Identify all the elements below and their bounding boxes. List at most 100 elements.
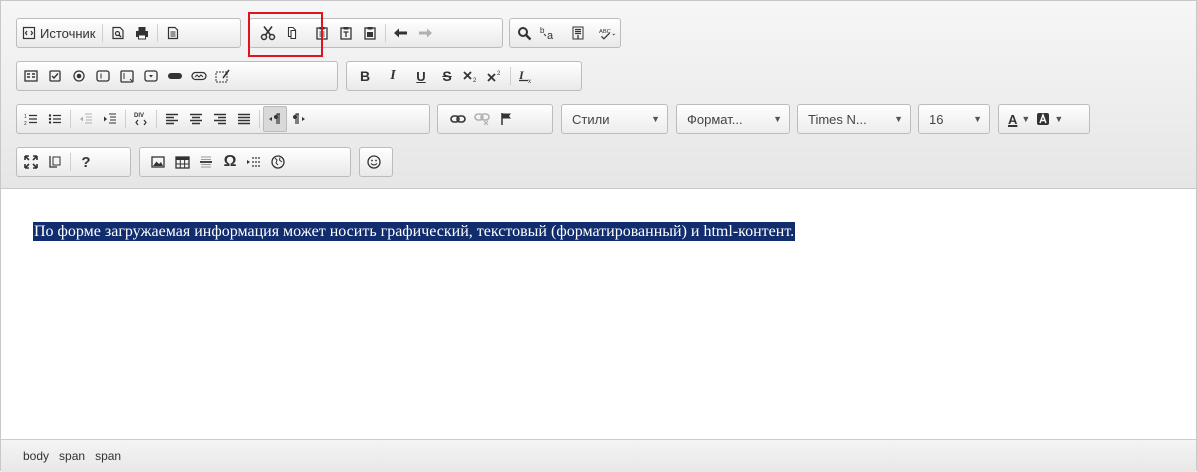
remove-format-button[interactable]: Ix [514, 63, 538, 89]
underline-button[interactable]: U [409, 63, 433, 89]
forms-group [16, 61, 338, 91]
maximize-button[interactable] [19, 149, 43, 175]
about-button[interactable]: ? [74, 149, 98, 175]
subscript-button[interactable]: 2 [459, 63, 483, 89]
superscript-button[interactable]: 2 [483, 63, 507, 89]
checkbox-icon [49, 70, 61, 82]
spellcheck-icon: ABC [599, 29, 616, 40]
toolbar-row-4: ? Ω [16, 147, 1186, 177]
undo-icon [394, 28, 407, 38]
font-dropdown[interactable]: Times N... ▼ [797, 104, 911, 134]
page-break-button[interactable] [242, 149, 266, 175]
editing-area[interactable]: По форме загружаемая информация может но… [1, 189, 1196, 439]
svg-text:a: a [547, 30, 554, 41]
justify-button[interactable] [232, 106, 256, 132]
find-button[interactable] [512, 20, 536, 46]
hidden-field-button[interactable] [211, 63, 235, 89]
source-button[interactable]: Источник [19, 20, 99, 46]
search-icon [517, 26, 531, 40]
format-dropdown[interactable]: Формат... ▼ [676, 104, 790, 134]
links-group [437, 104, 553, 134]
text-color-button[interactable]: A ▼ [1005, 106, 1033, 132]
numbered-list-button[interactable]: 12 [19, 106, 43, 132]
textarea-button[interactable] [115, 63, 139, 89]
redo-button[interactable] [413, 20, 437, 46]
path-item-span[interactable]: span [95, 449, 121, 463]
svg-text:x: x [528, 79, 531, 84]
smiley-icon [367, 155, 381, 169]
path-item-span[interactable]: span [59, 449, 85, 463]
bold-button[interactable]: B [353, 63, 377, 89]
templates-icon [167, 26, 178, 40]
horizontal-rule-button[interactable] [194, 149, 218, 175]
print-icon [135, 27, 148, 40]
colors-group: A ▼ ▼ [998, 104, 1090, 134]
rtl-button[interactable] [287, 106, 311, 132]
tools-group: ? [16, 147, 131, 177]
italic-button[interactable]: I [381, 63, 405, 89]
show-blocks-button[interactable] [43, 149, 67, 175]
strikethrough-button[interactable]: S [435, 63, 459, 89]
undo-button[interactable] [389, 20, 413, 46]
form-button[interactable] [19, 63, 43, 89]
image-button[interactable] [146, 149, 170, 175]
chevron-down-icon: ▼ [894, 114, 903, 124]
select-field-button[interactable] [139, 63, 163, 89]
find-group: ba ABC [509, 18, 621, 48]
chevron-down-icon: ▼ [651, 114, 660, 124]
flag-icon [501, 113, 511, 125]
text-color-icon: A [1008, 111, 1018, 127]
radio-icon [73, 70, 85, 82]
print-button[interactable] [130, 20, 154, 46]
outdent-button[interactable] [74, 106, 98, 132]
svg-text:2: 2 [473, 78, 477, 83]
ltr-button[interactable] [263, 106, 287, 132]
align-center-button[interactable] [184, 106, 208, 132]
separator [70, 153, 71, 171]
button-field-button[interactable] [163, 63, 187, 89]
subscript-icon: 2 [463, 71, 477, 83]
path-item-body[interactable]: body [23, 449, 49, 463]
text-direction-rtl-icon [293, 113, 305, 124]
replace-icon: ba [540, 26, 554, 41]
select-all-button[interactable] [566, 20, 590, 46]
unlink-button[interactable] [470, 106, 494, 132]
unlink-icon [474, 113, 490, 126]
paste-word-button[interactable] [358, 20, 382, 46]
svg-text:2: 2 [24, 121, 27, 126]
paste-text-button[interactable] [334, 20, 358, 46]
create-div-button[interactable]: DIV [129, 106, 153, 132]
select-all-icon [572, 26, 584, 40]
templates-button[interactable] [161, 20, 185, 46]
checkbox-button[interactable] [43, 63, 67, 89]
font-size-dropdown[interactable]: 16 ▼ [918, 104, 990, 134]
special-char-button[interactable]: Ω [218, 149, 242, 175]
textarea-icon [120, 69, 134, 83]
form-icon [24, 70, 38, 82]
styles-dropdown[interactable]: Стили ▼ [561, 104, 668, 134]
separator [125, 110, 126, 128]
spellcheck-button[interactable]: ABC [596, 20, 620, 46]
background-color-button[interactable]: ▼ [1033, 106, 1066, 132]
iframe-button[interactable] [266, 149, 290, 175]
align-right-button[interactable] [208, 106, 232, 132]
radio-button[interactable] [67, 63, 91, 89]
indent-button[interactable] [98, 106, 122, 132]
smiley-button[interactable] [362, 149, 386, 175]
preview-button[interactable] [106, 20, 130, 46]
text-field-button[interactable] [91, 63, 115, 89]
insert-group: Ω [139, 147, 351, 177]
image-button-field-button[interactable] [187, 63, 211, 89]
separator [101, 24, 103, 42]
selected-text[interactable]: По форме загружаемая информация может но… [33, 222, 796, 241]
bulleted-list-button[interactable] [43, 106, 67, 132]
table-button[interactable] [170, 149, 194, 175]
replace-button[interactable]: ba [536, 20, 560, 46]
link-button[interactable] [446, 106, 470, 132]
svg-text:1: 1 [24, 114, 27, 120]
anchor-button[interactable] [494, 106, 518, 132]
align-left-button[interactable] [160, 106, 184, 132]
smiley-group [359, 147, 393, 177]
separator [385, 24, 386, 42]
justify-icon [238, 113, 250, 125]
